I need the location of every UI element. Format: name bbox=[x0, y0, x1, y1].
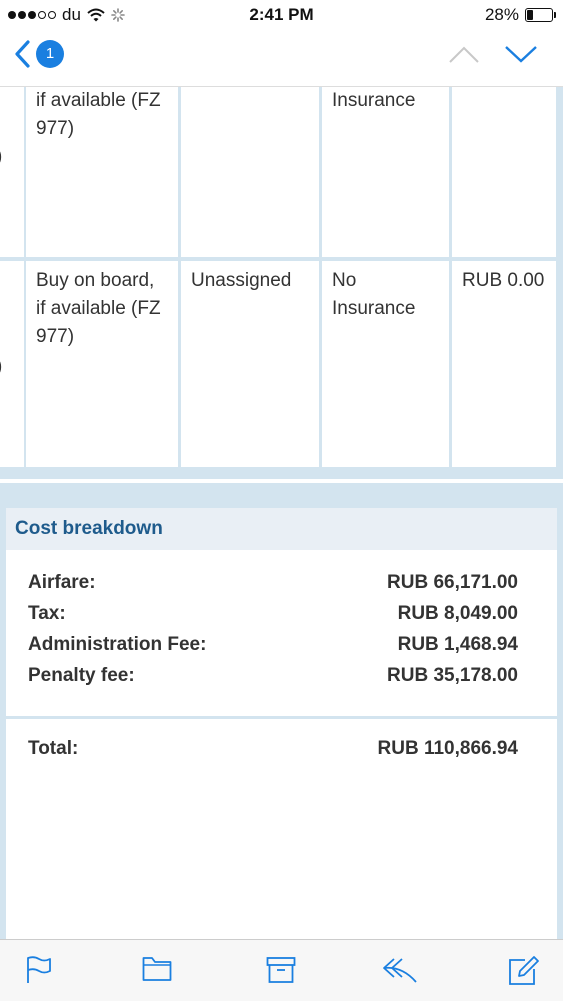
reply-icon[interactable] bbox=[382, 956, 418, 984]
cost-label: Tax: bbox=[28, 603, 66, 624]
email-body: ) if available (FZ 977) Insurance ) Buy … bbox=[0, 87, 563, 939]
cost-label: Penalty fee: bbox=[28, 665, 135, 686]
cost-breakdown-header: Cost breakdown bbox=[6, 508, 557, 550]
battery-percent: 28% bbox=[484, 5, 519, 24]
section-divider bbox=[0, 479, 563, 483]
cost-breakdown-title: Cost breakdown bbox=[15, 518, 163, 539]
cost-value: RUB 1,468.94 bbox=[397, 634, 518, 655]
archive-icon[interactable] bbox=[266, 956, 296, 984]
table-cell-price: RUB 0.00 bbox=[452, 261, 556, 467]
previous-message-chevron-up-icon[interactable] bbox=[448, 44, 480, 64]
cell-text: if available (FZ bbox=[36, 90, 161, 111]
cost-row-airfare: Airfare: RUB 66,171.00 bbox=[28, 572, 518, 600]
cost-row-tax: Tax: RUB 8,049.00 bbox=[28, 603, 518, 631]
status-time: 2:41 PM bbox=[249, 5, 314, 24]
cell-text: RUB 0.00 bbox=[462, 270, 545, 291]
cost-row-penalty-fee: Penalty fee: RUB 35,178.00 bbox=[28, 665, 518, 693]
cost-label: Airfare: bbox=[28, 572, 96, 593]
next-message-chevron-down-icon[interactable] bbox=[504, 44, 538, 64]
total-divider bbox=[6, 716, 557, 719]
total-value: RUB 110,866.94 bbox=[377, 738, 519, 759]
cost-value: RUB 66,171.00 bbox=[387, 572, 518, 593]
cell-text: No bbox=[332, 270, 357, 291]
cell-text: 977) bbox=[36, 326, 75, 347]
cost-value: RUB 35,178.00 bbox=[387, 665, 518, 686]
table-cell-edge: ) bbox=[0, 87, 24, 257]
table-cell-baggage: Buy on board, if available (FZ 977) bbox=[26, 261, 178, 467]
mail-toolbar bbox=[0, 939, 563, 1001]
cell-text: Buy on board, bbox=[36, 270, 155, 291]
table-cell-insurance: No Insurance bbox=[322, 261, 449, 467]
battery-icon bbox=[525, 8, 556, 22]
cell-text: if available (FZ bbox=[36, 298, 161, 319]
chevron-left-icon bbox=[15, 40, 30, 68]
unread-count-badge: 1 bbox=[36, 40, 64, 68]
table-cell-edge: ) bbox=[0, 261, 24, 467]
folder-icon[interactable] bbox=[142, 956, 172, 982]
status-bar: du 2:41 PM 28% bbox=[0, 0, 563, 30]
flag-icon[interactable] bbox=[26, 956, 52, 984]
cell-text: Unassigned bbox=[191, 270, 292, 291]
navigation-bar: 1 bbox=[0, 30, 563, 87]
cost-breakdown-card: Cost breakdown Airfare: RUB 66,171.00 Ta… bbox=[6, 508, 557, 939]
cell-text: Insurance bbox=[332, 90, 416, 111]
table-cell-insurance: Insurance bbox=[322, 87, 449, 257]
cell-text: 977) bbox=[36, 118, 75, 139]
table-cell-seat: Unassigned bbox=[181, 261, 319, 467]
cell-text: Insurance bbox=[332, 298, 416, 319]
back-button[interactable]: 1 bbox=[14, 40, 64, 68]
cost-value: RUB 8,049.00 bbox=[397, 603, 518, 624]
total-label: Total: bbox=[28, 738, 79, 759]
cost-row-admin-fee: Administration Fee: RUB 1,468.94 bbox=[28, 634, 518, 662]
cost-row-total: Total: RUB 110,866.94 bbox=[28, 738, 518, 766]
compose-icon[interactable] bbox=[508, 956, 540, 986]
table-cell-price bbox=[452, 87, 556, 257]
table-cell-baggage: if available (FZ 977) bbox=[26, 87, 178, 257]
cost-label: Administration Fee: bbox=[28, 634, 207, 655]
table-cell-seat bbox=[181, 87, 319, 257]
